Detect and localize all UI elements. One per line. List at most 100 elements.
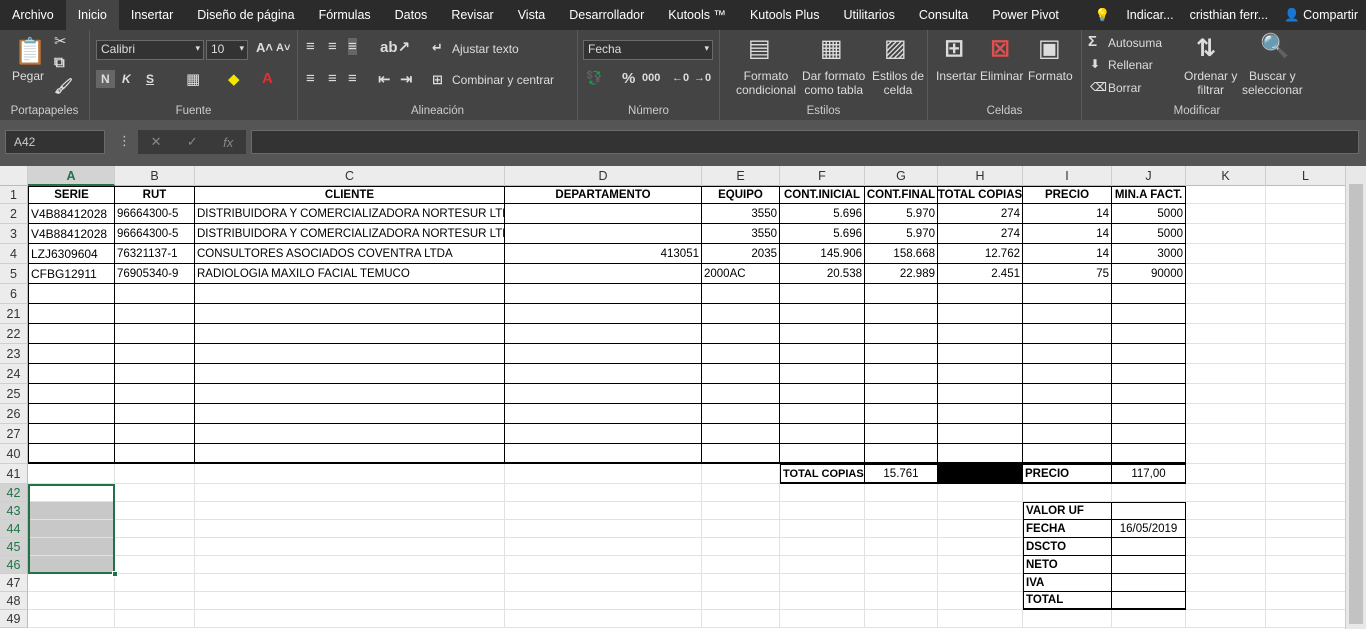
cell-g4[interactable]: 158.668 [865, 244, 938, 264]
cell-l26[interactable] [1266, 404, 1345, 424]
clear-button[interactable]: Borrar [1108, 81, 1141, 95]
format-as-table-icon[interactable]: ▦ [820, 34, 843, 63]
row-header-42[interactable]: 42 [0, 484, 28, 502]
sort-filter-button[interactable]: Ordenar y filtrar [1184, 69, 1237, 97]
font-name-combo[interactable]: Calibri [96, 40, 204, 60]
cell-d5[interactable] [505, 264, 702, 284]
cell-l2[interactable] [1266, 204, 1345, 224]
fill-button[interactable]: Rellenar [1108, 58, 1153, 72]
cell-i1[interactable]: PRECIO [1023, 186, 1112, 204]
cell-c22[interactable] [195, 324, 505, 344]
cell-e3[interactable]: 3550 [702, 224, 780, 244]
row-header-27[interactable]: 27 [0, 424, 28, 444]
cell-j40[interactable] [1112, 444, 1186, 464]
cell-e23[interactable] [702, 344, 780, 364]
cell-j45[interactable] [1112, 538, 1186, 556]
cell-i27[interactable] [1023, 424, 1112, 444]
column-header-a[interactable]: A [28, 166, 115, 186]
cell-d45[interactable] [505, 538, 702, 556]
cell-e26[interactable] [702, 404, 780, 424]
cell-k4[interactable] [1186, 244, 1266, 264]
cell-g24[interactable] [865, 364, 938, 384]
cell-k21[interactable] [1186, 304, 1266, 324]
cell-j49[interactable] [1112, 610, 1186, 628]
cell-f24[interactable] [780, 364, 865, 384]
cell-d44[interactable] [505, 520, 702, 538]
cell-b42[interactable] [115, 484, 195, 502]
cell-i43[interactable]: VALOR UF [1023, 502, 1112, 520]
cell-g25[interactable] [865, 384, 938, 404]
cell-g41[interactable]: 15.761 [865, 464, 938, 484]
cell-f1[interactable]: CONT.INICIAL [780, 186, 865, 204]
cell-h1[interactable]: TOTAL COPIAS [938, 186, 1023, 204]
enter-icon[interactable]: ✓ [187, 134, 198, 150]
cell-j47[interactable] [1112, 574, 1186, 592]
row-header-46[interactable]: 46 [0, 556, 28, 574]
cell-h49[interactable] [938, 610, 1023, 628]
cell-d26[interactable] [505, 404, 702, 424]
cell-g44[interactable] [865, 520, 938, 538]
cell-h46[interactable] [938, 556, 1023, 574]
cell-l4[interactable] [1266, 244, 1345, 264]
increase-font-icon[interactable]: A˄ [256, 40, 273, 55]
accounting-format-icon[interactable]: 💱 [586, 70, 602, 86]
cell-d25[interactable] [505, 384, 702, 404]
cell-e5[interactable]: 2000AC [702, 264, 780, 284]
column-header-g[interactable]: G [865, 166, 938, 186]
select-all-corner[interactable] [0, 166, 28, 186]
tab-inicio[interactable]: Inicio [65, 0, 119, 30]
cell-e6[interactable] [702, 284, 780, 304]
cell-d48[interactable] [505, 592, 702, 610]
cell-i25[interactable] [1023, 384, 1112, 404]
cell-l49[interactable] [1266, 610, 1345, 628]
cell-c49[interactable] [195, 610, 505, 628]
cell-i3[interactable]: 14 [1023, 224, 1112, 244]
cell-k45[interactable] [1186, 538, 1266, 556]
row-header-47[interactable]: 47 [0, 574, 28, 592]
cell-j46[interactable] [1112, 556, 1186, 574]
cell-b24[interactable] [115, 364, 195, 384]
percent-icon[interactable]: % [622, 70, 635, 87]
cell-h22[interactable] [938, 324, 1023, 344]
cell-f46[interactable] [780, 556, 865, 574]
cell-a23[interactable] [28, 344, 115, 364]
cell-a21[interactable] [28, 304, 115, 324]
cell-f27[interactable] [780, 424, 865, 444]
cell-f2[interactable]: 5.696 [780, 204, 865, 224]
cell-b2[interactable]: 96664300-5 [115, 204, 195, 224]
cell-j26[interactable] [1112, 404, 1186, 424]
cell-l6[interactable] [1266, 284, 1345, 304]
row-header-48[interactable]: 48 [0, 592, 28, 610]
cell-f25[interactable] [780, 384, 865, 404]
cell-f23[interactable] [780, 344, 865, 364]
cell-b21[interactable] [115, 304, 195, 324]
cell-a24[interactable] [28, 364, 115, 384]
cell-d3[interactable] [505, 224, 702, 244]
cell-d4[interactable]: 413051 [505, 244, 702, 264]
cell-c46[interactable] [195, 556, 505, 574]
cell-h26[interactable] [938, 404, 1023, 424]
cell-h2[interactable]: 274 [938, 204, 1023, 224]
cell-a4[interactable]: LZJ6309604 [28, 244, 115, 264]
cell-f3[interactable]: 5.696 [780, 224, 865, 244]
cell-h45[interactable] [938, 538, 1023, 556]
comma-style-icon[interactable]: 000 [642, 72, 660, 84]
cell-l44[interactable] [1266, 520, 1345, 538]
cell-l42[interactable] [1266, 484, 1345, 502]
cell-c2[interactable]: DISTRIBUIDORA Y COMERCIALIZADORA NORTESU… [195, 204, 505, 224]
cell-f43[interactable] [780, 502, 865, 520]
cell-g5[interactable]: 22.989 [865, 264, 938, 284]
cell-c44[interactable] [195, 520, 505, 538]
cell-e44[interactable] [702, 520, 780, 538]
cell-j23[interactable] [1112, 344, 1186, 364]
cell-h43[interactable] [938, 502, 1023, 520]
cell-f41[interactable]: TOTAL COPIAS [780, 464, 865, 484]
cell-c48[interactable] [195, 592, 505, 610]
cell-h44[interactable] [938, 520, 1023, 538]
insert-cells-icon[interactable]: ⊞ [944, 34, 964, 63]
cell-d24[interactable] [505, 364, 702, 384]
cell-l45[interactable] [1266, 538, 1345, 556]
align-right-icon[interactable]: ≡ [348, 70, 357, 87]
cell-h41[interactable] [938, 464, 1023, 484]
cell-d2[interactable] [505, 204, 702, 224]
